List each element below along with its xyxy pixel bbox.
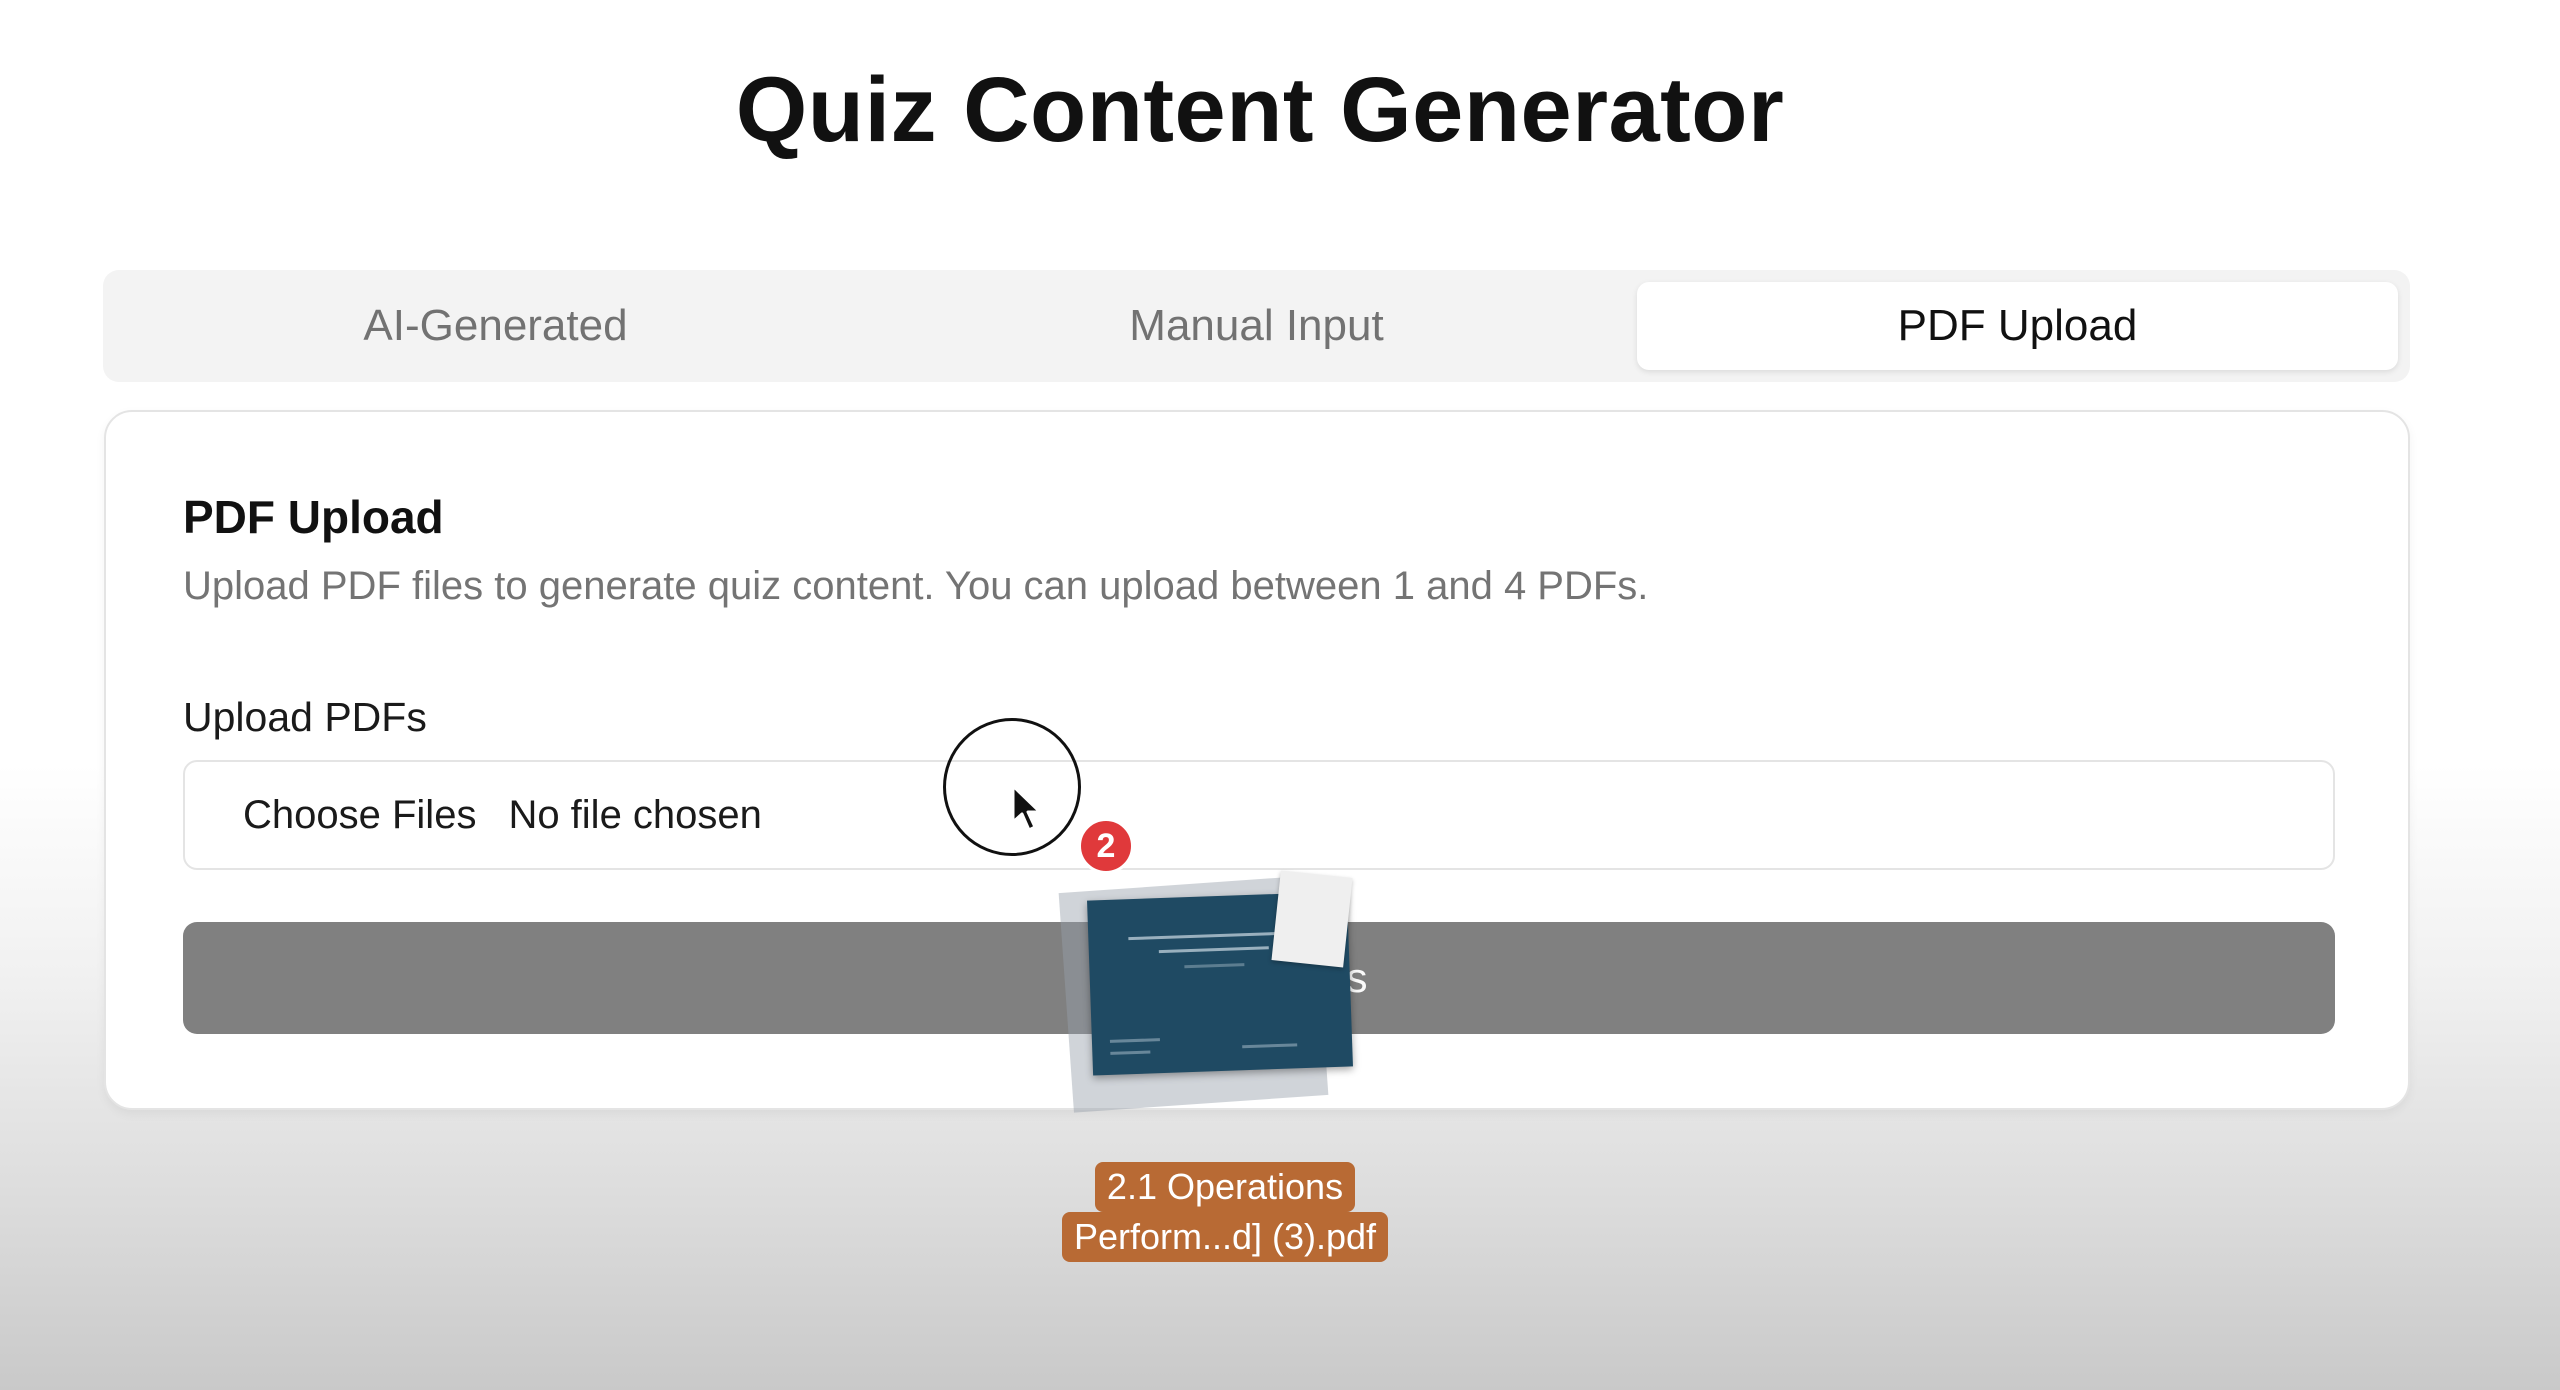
- mode-tabs: AI-Generated Manual Input PDF Upload: [103, 270, 2410, 382]
- drag-count-badge: 2: [1078, 818, 1134, 874]
- page-title: Quiz Content Generator: [735, 59, 1785, 161]
- choose-files-button[interactable]: Choose Files: [243, 793, 476, 838]
- card-title: PDF Upload: [183, 491, 444, 543]
- mouse-pointer-icon: [1011, 784, 1042, 832]
- tab-manual-input[interactable]: Manual Input: [876, 282, 1637, 370]
- pdf-page-corner: [1271, 870, 1353, 968]
- file-input[interactable]: Choose Files No file chosen: [183, 760, 2335, 870]
- dragged-files-preview: [1058, 866, 1368, 1116]
- page: Quiz Content Generator AI-Generated Manu…: [0, 0, 2560, 1390]
- file-name-line-2: Perform...d] (3).pdf: [1061, 1212, 1389, 1262]
- dragged-file-name: 2.1 Operations Perform...d] (3).pdf: [1030, 1162, 1420, 1262]
- card-description: Upload PDF files to generate quiz conten…: [183, 564, 1649, 608]
- tab-ai-generated[interactable]: AI-Generated: [115, 282, 876, 370]
- file-name-line-1: 2.1 Operations: [1094, 1162, 1356, 1212]
- tab-pdf-upload[interactable]: PDF Upload: [1637, 282, 2398, 370]
- file-status-text: No file chosen: [508, 792, 762, 837]
- upload-field-label: Upload PDFs: [183, 694, 427, 740]
